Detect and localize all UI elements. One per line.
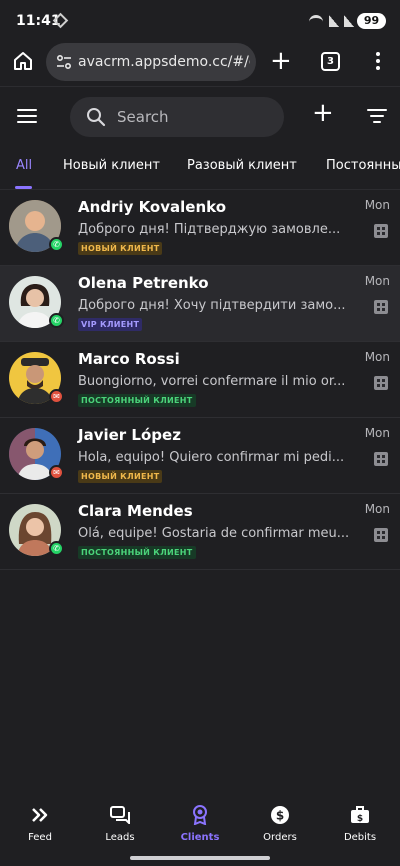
- filter-tabs: All Новый клиент Разовый клиент Постоянн…: [0, 144, 400, 190]
- nav-label: Feed: [28, 832, 52, 843]
- badge-icon: [193, 805, 207, 825]
- search-input[interactable]: Search: [70, 97, 284, 137]
- order-grid-icon[interactable]: [374, 376, 388, 390]
- last-message: Hola, equipo! Quiero confirmar mi pedi..…: [78, 450, 345, 465]
- svg-text:$: $: [276, 809, 284, 823]
- site-settings-icon[interactable]: [56, 55, 72, 69]
- app-header: Search +: [0, 86, 400, 144]
- tab-one-time-client[interactable]: Разовый клиент: [187, 158, 297, 173]
- whatsapp-icon: ✆: [49, 541, 64, 556]
- avatar: ✆: [9, 276, 65, 332]
- search-icon: [87, 108, 106, 127]
- status-badge: НОВЫЙ КЛИЕНТ: [78, 242, 163, 255]
- avatar: ✉: [9, 352, 65, 408]
- message-day: Mon: [364, 350, 390, 364]
- whatsapp-icon: ✆: [49, 237, 64, 252]
- nav-leads[interactable]: Leads: [85, 804, 155, 843]
- whatsapp-icon: ✆: [49, 313, 64, 328]
- wifi-icon: [309, 15, 323, 25]
- client-name: Javier López: [78, 426, 181, 444]
- briefcase-icon: $: [351, 806, 369, 824]
- client-row[interactable]: ✆ Andriy Kovalenko Доброго дня! Підтверд…: [0, 190, 400, 266]
- tab-new-client[interactable]: Новый клиент: [63, 158, 160, 173]
- double-chevron-icon: [32, 808, 48, 822]
- client-row[interactable]: ✉ Marco Rossi Buongiorno, vorrei conferm…: [0, 342, 400, 418]
- browser-menu-icon[interactable]: [368, 52, 388, 74]
- message-day: Mon: [364, 274, 390, 288]
- add-client-button[interactable]: +: [312, 100, 334, 126]
- new-tab-icon[interactable]: +: [270, 48, 292, 74]
- nav-label: Clients: [180, 832, 220, 843]
- tab-all[interactable]: All: [16, 158, 32, 173]
- bottom-navigation: Feed Leads Clients $ Orders $ Debits: [0, 786, 400, 866]
- status-badge: VIP КЛИЕНТ: [78, 318, 143, 331]
- last-message: Olá, equipe! Gostaria de confirmar meu..…: [78, 526, 350, 541]
- filter-icon[interactable]: [367, 109, 387, 123]
- nav-feed[interactable]: Feed: [5, 804, 75, 843]
- client-name: Clara Mendes: [78, 502, 193, 520]
- battery-indicator: 99: [357, 13, 386, 29]
- svg-text:$: $: [357, 814, 363, 824]
- avatar: ✆: [9, 200, 65, 256]
- nav-debits[interactable]: $ Debits: [325, 804, 395, 843]
- order-grid-icon[interactable]: [374, 452, 388, 466]
- chat-bubbles-icon: [110, 806, 130, 824]
- signal-icon: [329, 15, 339, 27]
- client-row[interactable]: ✆ Clara Mendes Olá, equipe! Gostaria de …: [0, 494, 400, 570]
- last-message: Доброго дня! Підтверджую замовле...: [78, 222, 341, 237]
- client-row[interactable]: ✆ Olena Petrenko Доброго дня! Хочу підтв…: [0, 266, 400, 342]
- message-day: Mon: [364, 198, 390, 212]
- client-name: Andriy Kovalenko: [78, 198, 227, 216]
- nav-clients[interactable]: Clients: [165, 804, 235, 843]
- status-badge: ПОСТОЯННЫЙ КЛИЕНТ: [78, 546, 196, 559]
- client-name: Olena Petrenko: [78, 274, 209, 292]
- last-message: Доброго дня! Хочу підтвердити замо...: [78, 298, 346, 313]
- browser-toolbar: avacrm.appsdemo.cc/#/clie + 3: [0, 40, 400, 86]
- message-day: Mon: [364, 502, 390, 516]
- active-tab-indicator: [15, 186, 32, 189]
- client-row[interactable]: ✉ Javier López Hola, equipo! Quiero conf…: [0, 418, 400, 494]
- nav-orders[interactable]: $ Orders: [245, 804, 315, 843]
- email-icon: ✉: [49, 389, 64, 404]
- tab-permanent-client[interactable]: Постоянны: [326, 158, 400, 173]
- address-bar[interactable]: avacrm.appsdemo.cc/#/clie: [46, 43, 256, 81]
- gesture-bar[interactable]: [130, 856, 270, 860]
- url-text[interactable]: avacrm.appsdemo.cc/#/clie: [78, 54, 250, 70]
- status-bar: 11:41 99: [0, 0, 400, 40]
- order-grid-icon[interactable]: [374, 224, 388, 238]
- last-message: Buongiorno, vorrei confermare il mio or.…: [78, 374, 346, 389]
- message-day: Mon: [364, 426, 390, 440]
- nav-label: Leads: [105, 832, 135, 843]
- signal-icon-2: [344, 15, 354, 27]
- order-grid-icon[interactable]: [374, 528, 388, 542]
- avatar: ✉: [9, 428, 65, 484]
- search-placeholder: Search: [117, 108, 169, 126]
- order-grid-icon[interactable]: [374, 300, 388, 314]
- dollar-icon: $: [271, 806, 289, 824]
- tab-switcher-button[interactable]: 3: [321, 52, 340, 71]
- status-badge: НОВЫЙ КЛИЕНТ: [78, 470, 163, 483]
- avatar: ✆: [9, 504, 65, 560]
- status-badge: ПОСТОЯННЫЙ КЛИЕНТ: [78, 394, 196, 407]
- nav-label: Debits: [343, 832, 377, 843]
- email-icon: ✉: [49, 465, 64, 480]
- menu-icon[interactable]: [17, 109, 37, 123]
- home-icon[interactable]: [12, 50, 34, 72]
- client-name: Marco Rossi: [78, 350, 180, 368]
- nav-label: Orders: [263, 832, 297, 843]
